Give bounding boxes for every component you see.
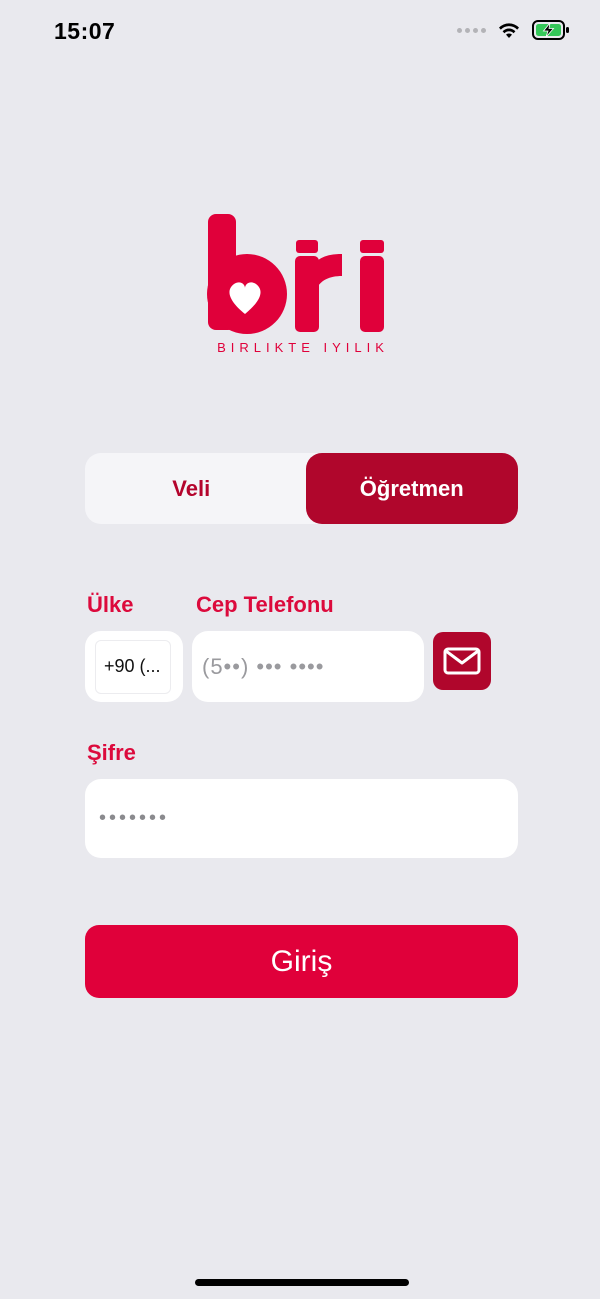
country-field[interactable]: +90 (...: [85, 631, 183, 702]
wifi-icon: [499, 22, 519, 38]
logo-tagline: BIRLIKTE IYILIK: [217, 340, 389, 355]
email-login-button[interactable]: [433, 632, 491, 690]
password-input[interactable]: •••••••: [85, 779, 518, 858]
segment-veli[interactable]: Veli: [85, 453, 298, 524]
password-label: Şifre: [87, 740, 136, 765]
country-label: Ülke: [87, 592, 134, 617]
status-time: 15:07: [54, 18, 116, 44]
status-icons: [457, 20, 570, 40]
login-button[interactable]: Giriş: [85, 925, 518, 998]
country-code-value[interactable]: +90 (...: [95, 639, 171, 694]
login-screen: 15:07 BIRLIKTE IYILIK Veli Öğretmen Ülke…: [0, 0, 600, 1299]
role-segmented-control: Veli Öğretmen: [85, 453, 518, 524]
home-indicator: [195, 1279, 409, 1286]
signal-dots-icon: [457, 27, 486, 33]
segment-ogretmen[interactable]: Öğretmen: [305, 453, 518, 524]
phone-input[interactable]: (5••) ••• ••••: [192, 631, 424, 702]
envelope-icon: [443, 647, 481, 675]
phone-placeholder: (5••) ••• ••••: [202, 653, 325, 679]
battery-charging-icon: [532, 20, 569, 40]
password-value: •••••••: [99, 807, 170, 829]
biri-logo: [207, 214, 384, 334]
phone-label: Cep Telefonu: [196, 592, 334, 617]
